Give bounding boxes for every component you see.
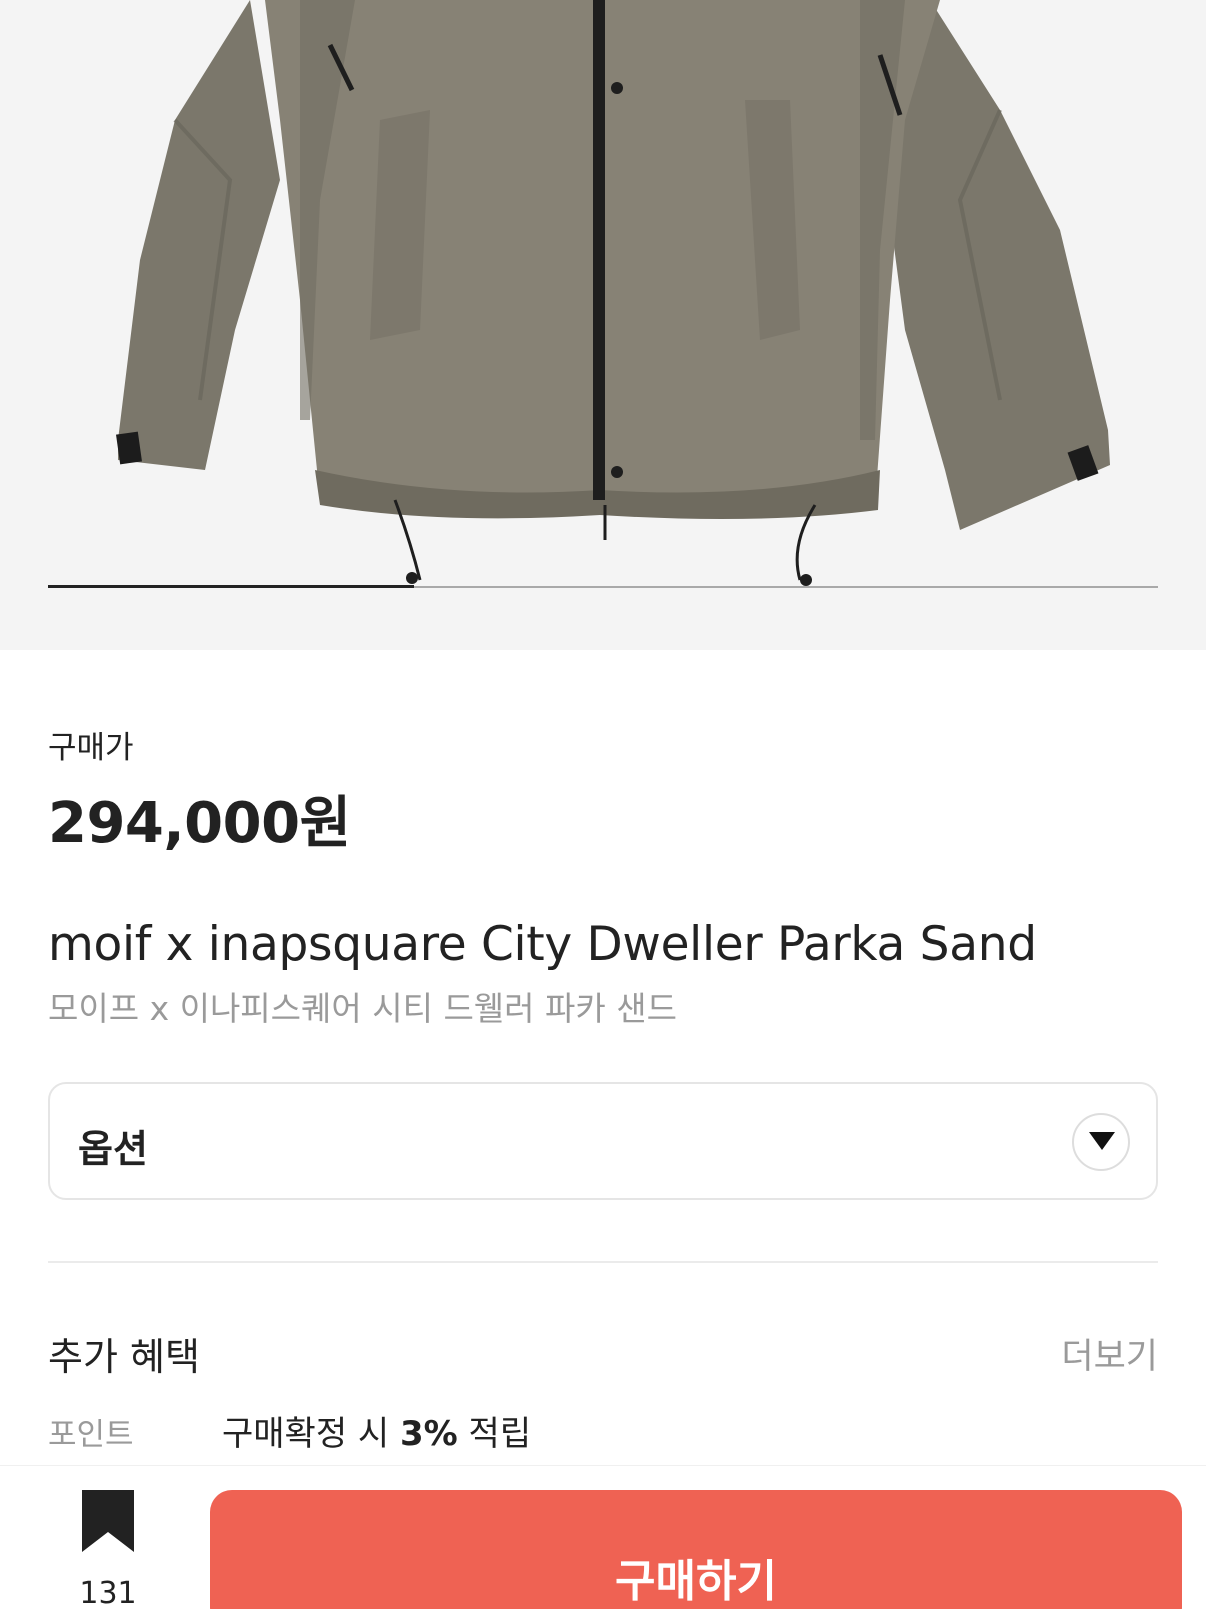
bookmark-icon: [82, 1490, 134, 1552]
point-label: 포인트: [48, 1417, 134, 1453]
point-prefix: 구매확정 시: [222, 1414, 401, 1454]
image-slide-progress: [48, 585, 1158, 588]
price-label: 구매가: [48, 730, 134, 766]
option-select[interactable]: 옵션: [48, 1082, 1158, 1200]
product-image-area[interactable]: [0, 0, 1206, 650]
triangle-down-icon: [1089, 1132, 1115, 1150]
image-slide-progress-fill: [48, 585, 415, 588]
bookmark-button[interactable]: 131: [72, 1490, 144, 1609]
product-image-jacket: [116, 0, 1110, 586]
benefits-more-link[interactable]: 더보기: [1061, 1328, 1158, 1379]
section-divider: [48, 1261, 1158, 1263]
option-label: 옵션: [78, 1127, 148, 1171]
bookmark-count: 131: [79, 1576, 137, 1609]
point-rate: 3%: [400, 1414, 458, 1454]
bottom-action-bar: 131 구매하기: [0, 1465, 1206, 1609]
product-title-ko: 모이프 x 이나피스퀘어 시티 드웰러 파카 샌드: [48, 989, 677, 1028]
price-value: 294,000원: [48, 791, 351, 856]
product-title-en: moif x inapsquare City Dweller Parka San…: [48, 917, 1037, 972]
benefits-title: 추가 혜택: [48, 1335, 200, 1379]
point-value: 구매확정 시 3% 적립: [222, 1406, 531, 1455]
point-suffix: 적립: [457, 1414, 532, 1454]
option-dropdown-button[interactable]: [1072, 1113, 1130, 1171]
buy-button[interactable]: 구매하기: [210, 1490, 1182, 1609]
